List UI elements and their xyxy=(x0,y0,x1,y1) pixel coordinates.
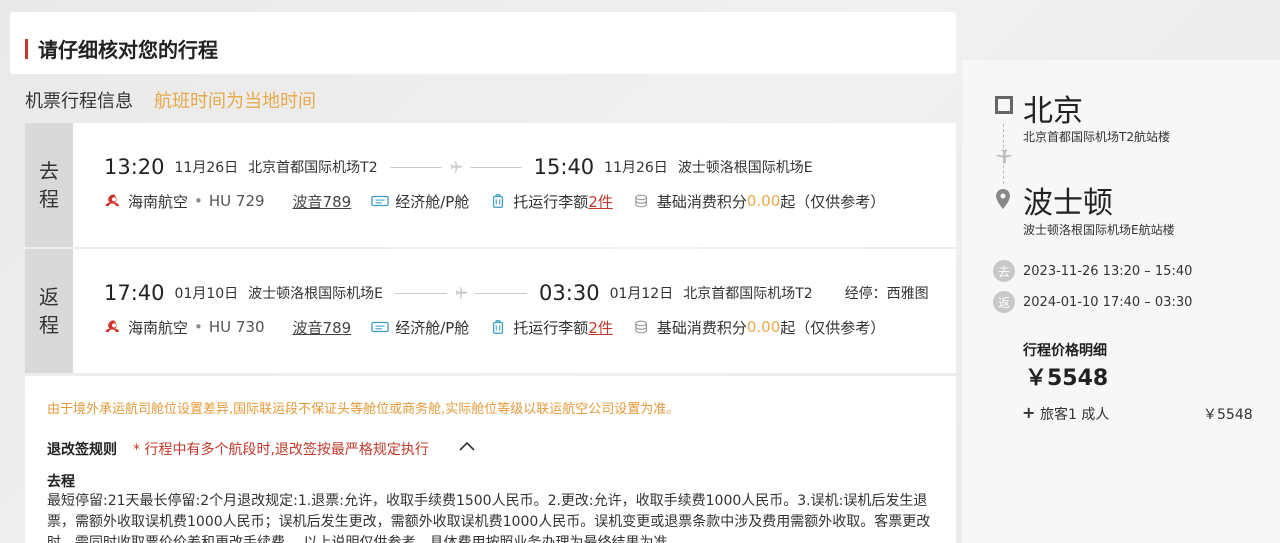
cabin-class: 经济舱/P舱 xyxy=(395,318,470,337)
chevron-up-icon[interactable] xyxy=(458,440,476,452)
rules-heading: 退改签规则 xyxy=(47,442,117,458)
direction-char: 程 xyxy=(39,187,59,211)
departure-time: 13:20 xyxy=(104,155,165,179)
direction-tag-return: 返 程 xyxy=(25,249,73,373)
arrival-airport: 北京首都国际机场T2 xyxy=(683,286,813,302)
return-summary: 2024-01-10 17:40 – 03:30 xyxy=(1023,295,1193,310)
direction-tag-outbound: 去 程 xyxy=(25,123,73,247)
points-suffix: 起（仅供参考） xyxy=(780,318,886,337)
return-flight-row: 返 程 17:40 01月10日 波士顿洛根国际机场E 03:30 01月12日… xyxy=(25,249,956,373)
luggage-icon xyxy=(493,194,504,208)
destination-airport: 波士顿洛根国际机场E航站楼 xyxy=(1023,223,1175,237)
destination-city: 波士顿 xyxy=(1023,186,1113,221)
header-accent-bar xyxy=(25,39,28,59)
cabin-ticket-icon xyxy=(371,321,389,333)
points-value: 0.00 xyxy=(746,192,781,210)
baggage-allowance-label: 托运行李额 xyxy=(513,318,589,337)
direction-char: 返 xyxy=(39,285,59,309)
arrival-date: 01月12日 xyxy=(609,286,674,302)
local-time-note: 航班时间为当地时间 xyxy=(154,91,316,112)
outbound-summary: 2023-11-26 13:20 – 15:40 xyxy=(1023,264,1193,279)
departure-airport: 波士顿洛根国际机场E xyxy=(248,286,384,302)
segment-title: 去程 xyxy=(47,474,75,490)
arrival-time: 03:30 xyxy=(539,281,600,305)
route-line xyxy=(389,159,522,175)
section-title: 机票行程信息 xyxy=(25,91,133,112)
airline-name: 海南航空 xyxy=(128,192,189,211)
separator-dot: • xyxy=(194,318,203,336)
luggage-icon xyxy=(493,320,504,334)
rules-body-text: 最短停留:21天最长停留:2个月退改规定:1.退票:允许，收取手续费1500人民… xyxy=(47,493,931,543)
departure-date: 11月26日 xyxy=(174,160,239,176)
points-value: 0.00 xyxy=(746,318,781,336)
outbound-badge: 去 xyxy=(993,260,1015,282)
flight-number: HU 730 xyxy=(208,318,265,336)
cabin-class: 经济舱/P舱 xyxy=(395,192,470,211)
return-badge: 返 xyxy=(993,291,1015,313)
aircraft-type-link[interactable]: 波音789 xyxy=(293,317,352,338)
price-detail-title: 行程价格明细 xyxy=(1023,343,1107,359)
passenger-label: 旅客1 成人 xyxy=(1040,407,1110,423)
direction-char: 程 xyxy=(39,313,59,337)
separator-dot: • xyxy=(194,192,203,210)
airline-name: 海南航空 xyxy=(128,318,189,337)
points-suffix: 起（仅供参考） xyxy=(780,192,886,211)
stopover-label: 经停：西雅图 xyxy=(844,286,929,302)
refund-change-rules-panel: 由于境外承运航司舱位设置差异,国际联运段不保证头等舱位或商务舱,实际舱位等级以联… xyxy=(25,376,956,543)
airplane-icon xyxy=(455,287,468,299)
hainan-airlines-logo-icon xyxy=(105,194,119,206)
arrival-time: 15:40 xyxy=(533,155,595,179)
points-label: 基础消费积分 xyxy=(656,192,747,211)
origin-city: 北京 xyxy=(1023,94,1083,129)
direction-char: 去 xyxy=(39,159,59,183)
route-line xyxy=(395,285,528,301)
airplane-icon xyxy=(450,161,462,173)
coins-icon xyxy=(635,320,647,334)
price-total: ￥5548 xyxy=(1025,366,1109,391)
origin-airport: 北京首都国际机场T2航站楼 xyxy=(1023,130,1170,144)
cabin-warning-text: 由于境外承运航司舱位设置差异,国际联运段不保证头等舱位或商务舱,实际舱位等级以联… xyxy=(47,402,680,417)
coins-icon xyxy=(635,194,647,208)
baggage-allowance-link[interactable]: 2件 xyxy=(588,191,613,212)
points-label: 基础消费积分 xyxy=(656,318,747,337)
origin-square-icon xyxy=(995,96,1013,114)
hainan-airlines-logo-icon xyxy=(105,320,119,332)
cabin-ticket-icon xyxy=(371,195,389,207)
aircraft-type-link[interactable]: 波音789 xyxy=(293,191,352,212)
baggage-allowance-label: 托运行李额 xyxy=(513,192,589,211)
outbound-flight-row: 去 程 13:20 11月26日 北京首都国际机场T2 15:40 11月26日… xyxy=(25,123,956,247)
baggage-allowance-link[interactable]: 2件 xyxy=(588,317,613,338)
departure-time: 17:40 xyxy=(104,281,165,305)
location-pin-icon xyxy=(996,189,1010,209)
airplane-icon xyxy=(996,149,1012,164)
page-title: 请仔细核对您的行程 xyxy=(38,38,218,62)
departure-airport: 北京首都国际机场T2 xyxy=(248,160,378,176)
arrival-date: 11月26日 xyxy=(604,160,668,176)
arrival-airport: 波士顿洛根国际机场E xyxy=(677,160,813,176)
expand-plus-icon[interactable]: + xyxy=(1022,403,1035,422)
passenger-price: ￥5548 xyxy=(1203,407,1253,423)
flight-number: HU 729 xyxy=(208,192,265,210)
departure-date: 01月10日 xyxy=(174,286,239,302)
rules-note: * 行程中有多个航段时,退改签按最严格规定执行 xyxy=(133,442,429,458)
header-card: 请仔细核对您的行程 xyxy=(10,12,956,74)
